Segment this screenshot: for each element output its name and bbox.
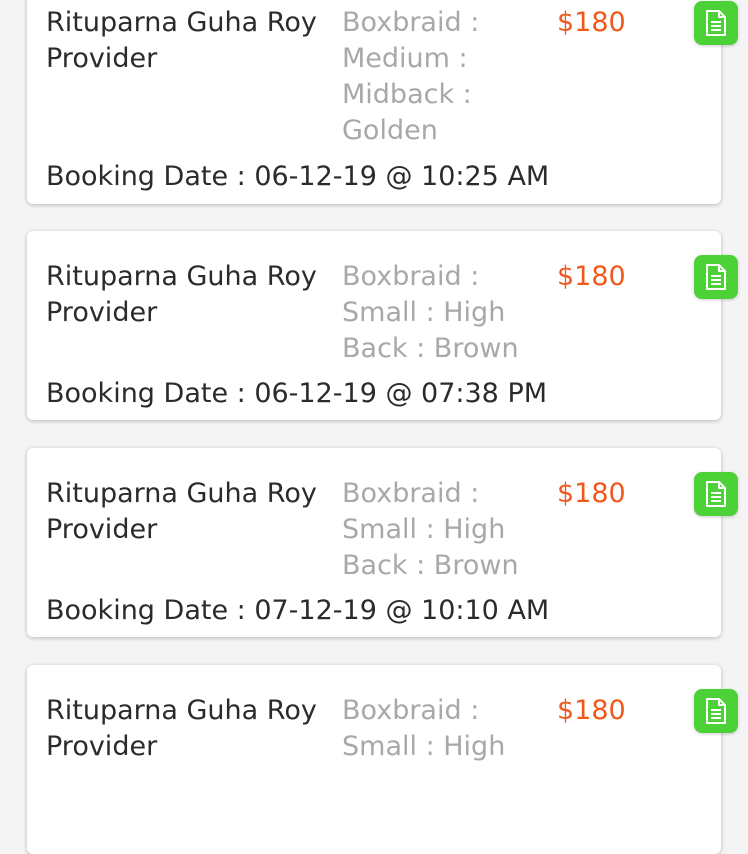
service-details: Boxbraid : Medium : Midback : Golden xyxy=(342,5,542,149)
provider-role: Provider xyxy=(46,514,158,545)
booking-card[interactable]: Rituparna Guha Roy Provider Boxbraid : M… xyxy=(27,0,738,204)
service-line: Boxbraid : xyxy=(342,478,480,509)
view-details-button[interactable] xyxy=(694,1,738,45)
service-details: Boxbraid : Small : High Back : Brown xyxy=(342,259,542,367)
booking-card[interactable]: Rituparna Guha Roy Provider Boxbraid : S… xyxy=(27,231,738,420)
booking-date: Booking Date : 06-12-19 @ 07:38 PM xyxy=(46,378,548,409)
provider-role: Provider xyxy=(46,43,158,74)
document-icon xyxy=(706,264,726,290)
service-line: Small : High xyxy=(342,731,506,762)
price: $180 xyxy=(557,478,626,509)
provider-name: Rituparna Guha Roy xyxy=(46,695,317,726)
provider-info: Rituparna Guha Roy Provider xyxy=(46,5,336,77)
booking-date: Booking Date : 07-12-19 @ 10:10 AM xyxy=(46,595,550,626)
booking-date: Booking Date : 06-12-19 @ 10:25 AM xyxy=(46,161,550,192)
provider-info: Rituparna Guha Roy Provider xyxy=(46,476,336,548)
service-line: Boxbraid : xyxy=(342,695,480,726)
provider-role: Provider xyxy=(46,731,158,762)
document-icon xyxy=(706,481,726,507)
price: $180 xyxy=(557,7,626,38)
service-details: Boxbraid : Small : High Back : Brown xyxy=(342,476,542,584)
service-line: Medium : xyxy=(342,43,468,74)
provider-role: Provider xyxy=(46,297,158,328)
document-icon xyxy=(706,698,726,724)
service-line: Golden xyxy=(342,115,438,146)
service-line: Back : Brown xyxy=(342,333,519,364)
provider-info: Rituparna Guha Roy Provider xyxy=(46,259,336,331)
price: $180 xyxy=(557,261,626,292)
provider-name: Rituparna Guha Roy xyxy=(46,7,317,38)
document-icon xyxy=(706,10,726,36)
service-details: Boxbraid : Small : High xyxy=(342,693,542,765)
service-line: Boxbraid : xyxy=(342,261,480,292)
view-details-button[interactable] xyxy=(694,689,738,733)
service-line: Boxbraid : xyxy=(342,7,480,38)
provider-name: Rituparna Guha Roy xyxy=(46,261,317,292)
view-details-button[interactable] xyxy=(694,255,738,299)
view-details-button[interactable] xyxy=(694,472,738,516)
booking-card[interactable]: Rituparna Guha Roy Provider Boxbraid : S… xyxy=(27,665,738,854)
price: $180 xyxy=(557,695,626,726)
service-line: Back : Brown xyxy=(342,550,519,581)
service-line: Midback : xyxy=(342,79,472,110)
service-line: Small : High xyxy=(342,514,506,545)
provider-name: Rituparna Guha Roy xyxy=(46,478,317,509)
booking-card[interactable]: Rituparna Guha Roy Provider Boxbraid : S… xyxy=(27,448,738,637)
service-line: Small : High xyxy=(342,297,506,328)
provider-info: Rituparna Guha Roy Provider xyxy=(46,693,336,765)
